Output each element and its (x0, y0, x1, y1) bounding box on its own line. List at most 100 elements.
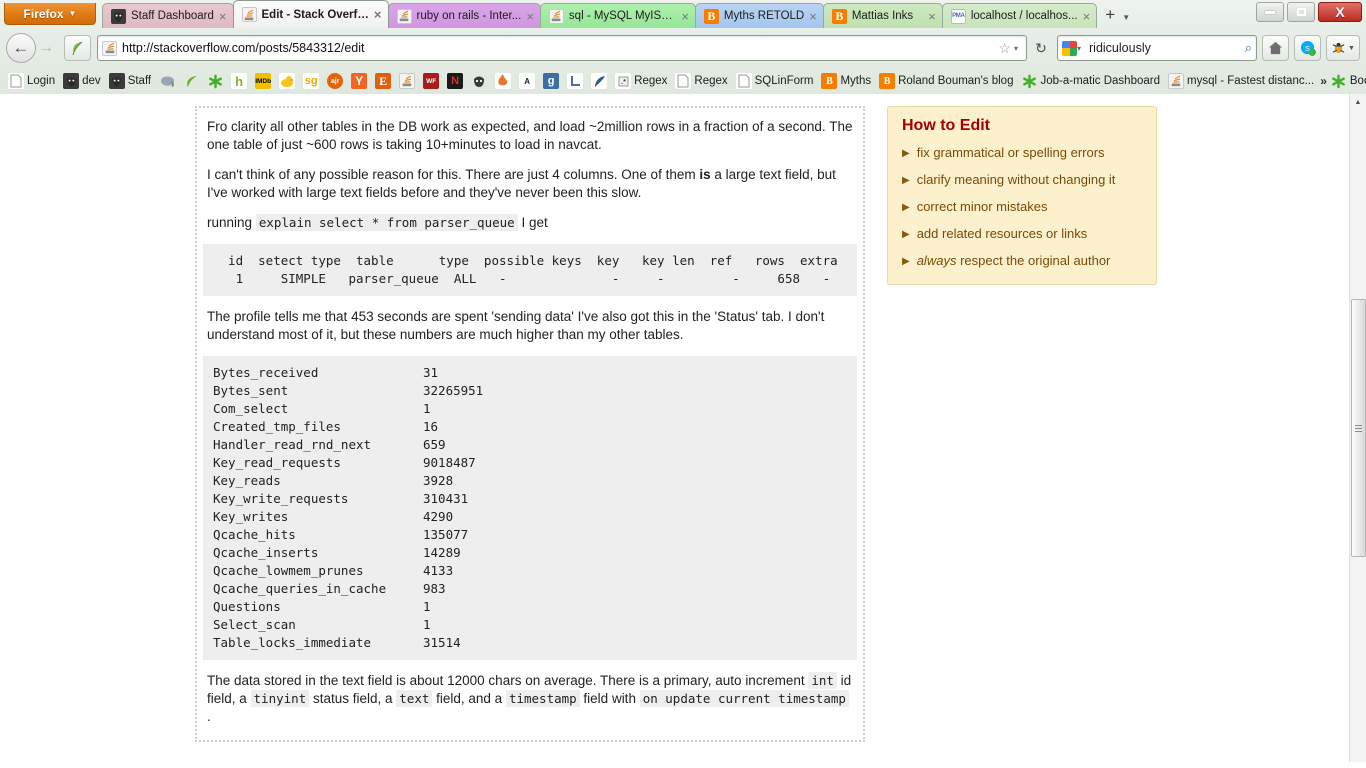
how-to-edit-item: ▶ always respect the original author (902, 253, 1142, 270)
browser-tab[interactable]: B Myths RETOLD × (694, 3, 824, 28)
bookmark-item[interactable]: Regex (671, 71, 731, 91)
status-variable-name: Questions (213, 599, 281, 614)
close-button[interactable]: X (1318, 2, 1362, 22)
browser-tab[interactable]: Staff Dashboard × (102, 3, 234, 28)
status-variable-value: 9018487 (423, 455, 476, 470)
close-icon[interactable]: × (374, 8, 382, 21)
leaf-addon-button[interactable] (64, 35, 91, 61)
browser-tab[interactable]: sql - MySQL MyISA... × (539, 3, 696, 28)
bookmark-item[interactable] (179, 71, 203, 91)
bookmark-item[interactable]: SQLinForm (732, 71, 818, 91)
bookmark-item[interactable] (467, 71, 491, 91)
firefox-menu-button[interactable]: Firefox ▼ (4, 3, 96, 25)
close-icon[interactable]: × (1083, 10, 1091, 23)
list-all-tabs-icon[interactable]: ▼ (1122, 13, 1130, 22)
explain-header-row: id setect type table type possible keys … (213, 253, 838, 268)
status-variable-row: Qcache_lowmem_prunes 4133 (213, 562, 847, 580)
bookmark-item[interactable]: sg (299, 71, 323, 91)
bookmark-item[interactable]: IMDb (251, 71, 275, 91)
bookmarks-overflow-icon[interactable]: » (1320, 74, 1327, 88)
home-button[interactable] (1262, 35, 1289, 61)
bookmark-item[interactable] (563, 71, 587, 91)
browser-tab[interactable]: ruby on rails - Inter... × (387, 3, 541, 28)
bookmark-item[interactable]: .* Regex (611, 71, 671, 91)
bookmark-item[interactable]: Y (347, 71, 371, 91)
bookmark-item[interactable]: B Roland Bouman's blog (875, 71, 1017, 91)
bookmark-item[interactable]: dev (59, 71, 105, 91)
bookmark-item[interactable] (491, 71, 515, 91)
skype-button[interactable]: S (1294, 35, 1321, 61)
browser-chrome: Firefox ▼ Staff Dashboard × Edit - Stack O… (0, 0, 1366, 94)
status-variable-value: 3928 (423, 473, 454, 488)
restore-button[interactable] (1287, 2, 1315, 22)
bookmark-item[interactable] (155, 71, 179, 91)
paragraph-4-part-f: . (207, 709, 211, 724)
minimize-button[interactable] (1256, 2, 1284, 22)
forward-button[interactable]: → (33, 35, 59, 61)
bookmarks-folder[interactable]: Bookmarks (1327, 71, 1366, 91)
close-icon[interactable]: × (928, 10, 936, 23)
chevron-down-icon[interactable]: ▼ (1348, 45, 1355, 52)
scroll-up-arrow-icon[interactable]: ▲ (1350, 94, 1366, 111)
post-preview: Fro clarity all other tables in the DB w… (195, 106, 865, 742)
bookmark-item[interactable]: h (227, 71, 251, 91)
search-icon[interactable]: ⌕ (1245, 40, 1252, 56)
bookmark-label: Login (27, 75, 56, 87)
status-variable-row: Bytes_sent 32265951 (213, 382, 847, 400)
close-icon[interactable]: × (219, 10, 227, 23)
how-to-edit-item-label: add related resources or links (916, 226, 1088, 241)
search-bar[interactable]: ▾ ridiculously ⌕ (1057, 35, 1257, 61)
bookmark-item[interactable]: B Myths (817, 71, 875, 91)
browser-tab[interactable]: Edit - Stack Overfl... × (232, 0, 389, 28)
status-variable-row: Handler_read_rnd_next 659 (213, 436, 847, 454)
close-icon[interactable]: × (809, 10, 817, 23)
bookmark-item[interactable]: Staff (105, 71, 155, 91)
browser-tab[interactable]: PMA localhost / localhos... × (941, 3, 1098, 28)
new-tab-button[interactable]: + (1100, 5, 1120, 25)
bookmark-item[interactable] (275, 71, 299, 91)
search-input[interactable]: ridiculously (1089, 41, 1245, 55)
tab-list: Staff Dashboard × Edit - Stack Overfl... × r… (102, 0, 1098, 28)
close-icon[interactable]: × (526, 10, 534, 23)
h-icon: h (231, 73, 248, 89)
url-text[interactable]: http://stackoverflow.com/posts/5843312/e… (122, 41, 995, 55)
bookmark-label: Staff (127, 75, 152, 87)
back-button[interactable]: ← (6, 33, 36, 63)
status-variable-value: 31 (423, 365, 439, 380)
chevron-down-icon[interactable]: ▾ (1014, 44, 1022, 53)
bookmark-item[interactable] (395, 71, 419, 91)
bookmark-item[interactable]: N (443, 71, 467, 91)
tags-heading: Tags (195, 760, 1350, 762)
bookmark-star-icon[interactable]: ☆ (995, 40, 1014, 57)
corner-icon (567, 73, 584, 89)
bookmark-item[interactable]: g (539, 71, 563, 91)
bookmark-label: mysql - Fastest distanc... (1187, 75, 1315, 87)
tab-title: Staff Dashboard (131, 10, 214, 22)
bookmark-item[interactable] (203, 71, 227, 91)
tags-section: Tags (0, 760, 1350, 762)
bookmark-item[interactable]: Login (4, 71, 59, 91)
paragraph-4-part-e: field with (579, 691, 640, 706)
bookmark-item[interactable]: WF (419, 71, 443, 91)
bookmark-item[interactable] (587, 71, 611, 91)
bookmark-item[interactable]: Job-a-matic Dashboard (1017, 71, 1164, 91)
bookmark-item[interactable]: ajr (323, 71, 347, 91)
reload-button[interactable]: ↻ (1029, 35, 1053, 61)
how-to-edit-item: ▶ add related resources or links (902, 226, 1142, 243)
search-engine-chevron-icon[interactable]: ▾ (1077, 44, 1085, 53)
vertical-scrollbar[interactable]: ▲ (1349, 94, 1366, 762)
browser-tab[interactable]: B Mattias Inks × (822, 3, 943, 28)
bookmark-item[interactable]: mysql - Fastest distanc... (1164, 71, 1318, 91)
stackoverflow-icon (241, 7, 257, 22)
close-icon[interactable]: × (681, 10, 689, 23)
editor-layout: Fro clarity all other tables in the DB w… (0, 106, 1350, 742)
bookmark-item[interactable]: A (515, 71, 539, 91)
bookmark-item[interactable]: E (371, 71, 395, 91)
url-bar[interactable]: http://stackoverflow.com/posts/5843312/e… (97, 35, 1027, 61)
how-to-edit-item-text: correct minor mistakes (917, 199, 1048, 216)
triangle-bullet-icon: ▶ (902, 256, 910, 267)
code-text: text (396, 690, 433, 707)
firebug-button[interactable]: ▼ (1326, 35, 1360, 61)
status-variable-name: Key_reads (213, 473, 281, 488)
scrollbar-thumb[interactable] (1351, 299, 1366, 557)
